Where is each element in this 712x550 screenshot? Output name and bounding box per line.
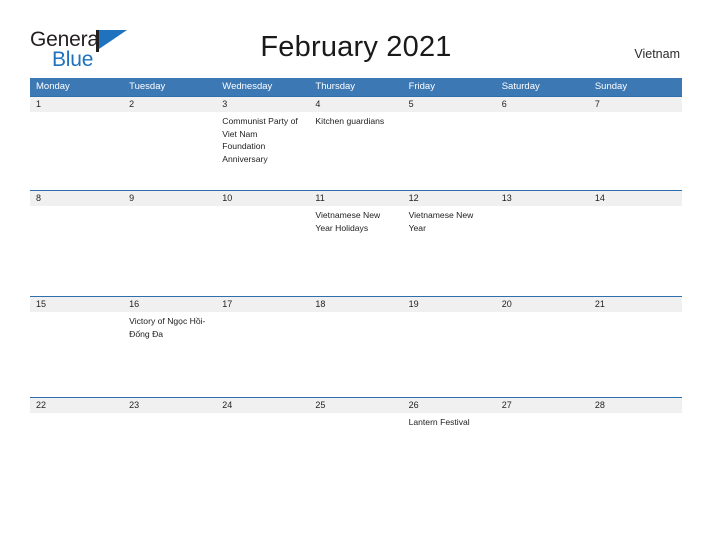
page-masthead: General Blue February 2021 Vietnam <box>0 0 712 78</box>
event-label: Lantern Festival <box>408 417 470 427</box>
day-events: Kitchen guardians <box>309 112 402 190</box>
day-number[interactable]: 13 <box>496 191 589 206</box>
day-events <box>589 312 682 397</box>
day-events <box>403 312 496 397</box>
day-number[interactable]: 20 <box>496 297 589 312</box>
weekday-header-wednesday: Wednesday <box>222 81 273 92</box>
day-events: Vietnamese New Year Holidays <box>309 206 402 296</box>
event-label: Victory of Ngọc Hồi-Đống Đa <box>129 316 206 339</box>
weekday-header-row: Monday Tuesday Wednesday Thursday Friday… <box>30 78 682 96</box>
week-row: 1 2 3 4 5 6 7 Communist Party of Viet Na… <box>30 96 682 190</box>
day-events <box>30 312 123 397</box>
weekday-header-friday: Friday <box>408 81 435 92</box>
day-number[interactable]: 2 <box>123 97 216 112</box>
day-events <box>309 312 402 397</box>
weekday-header-thursday: Thursday <box>315 81 356 92</box>
day-events <box>30 413 123 491</box>
day-number[interactable]: 15 <box>30 297 123 312</box>
weekday-header-tuesday: Tuesday <box>129 81 166 92</box>
day-events <box>30 206 123 296</box>
event-label: Communist Party of Viet Nam Foundation A… <box>222 116 298 165</box>
day-number[interactable]: 1 <box>30 97 123 112</box>
day-events <box>30 112 123 190</box>
day-events <box>589 413 682 491</box>
weekday-header-sunday: Sunday <box>594 81 628 92</box>
day-number[interactable]: 11 <box>309 191 402 206</box>
day-events <box>216 206 309 296</box>
day-number[interactable]: 5 <box>403 97 496 112</box>
day-events: Communist Party of Viet Nam Foundation A… <box>216 112 309 190</box>
country-label: Vietnam <box>634 47 680 61</box>
day-number[interactable]: 17 <box>216 297 309 312</box>
day-events <box>589 206 682 296</box>
day-events <box>496 206 589 296</box>
day-number[interactable]: 10 <box>216 191 309 206</box>
day-events <box>496 112 589 190</box>
day-number[interactable]: 26 <box>403 398 496 413</box>
weekday-header-monday: Monday <box>36 81 70 92</box>
weekday-header-saturday: Saturday <box>501 81 540 92</box>
day-events: Lantern Festival <box>403 413 496 491</box>
day-number[interactable]: 18 <box>309 297 402 312</box>
day-events <box>496 312 589 397</box>
week-row: 8 9 10 11 12 13 14 Vietnamese New Year H… <box>30 190 682 296</box>
week-event-strip: Lantern Festival <box>30 413 682 491</box>
day-number[interactable]: 8 <box>30 191 123 206</box>
week-row: 15 16 17 18 19 20 21 Victory of Ngọc Hồi… <box>30 296 682 397</box>
week-row: 22 23 24 25 26 27 28 Lantern Festival <box>30 397 682 491</box>
day-number[interactable]: 4 <box>309 97 402 112</box>
event-label: Vietnamese New Year <box>408 210 474 233</box>
day-number[interactable]: 24 <box>216 398 309 413</box>
day-events <box>123 413 216 491</box>
week-event-strip: Vietnamese New Year Holidays Vietnamese … <box>30 206 682 296</box>
day-number[interactable]: 25 <box>309 398 402 413</box>
week-event-strip: Victory of Ngọc Hồi-Đống Đa <box>30 312 682 397</box>
day-events <box>403 112 496 190</box>
week-event-strip: Communist Party of Viet Nam Foundation A… <box>30 112 682 190</box>
day-number[interactable]: 6 <box>496 97 589 112</box>
day-events <box>123 112 216 190</box>
day-events: Victory of Ngọc Hồi-Đống Đa <box>123 312 216 397</box>
week-date-strip: 8 9 10 11 12 13 14 <box>30 191 682 206</box>
day-number[interactable]: 7 <box>589 97 682 112</box>
day-number[interactable]: 19 <box>403 297 496 312</box>
day-number[interactable]: 22 <box>30 398 123 413</box>
week-date-strip: 15 16 17 18 19 20 21 <box>30 297 682 312</box>
day-number[interactable]: 12 <box>403 191 496 206</box>
day-number[interactable]: 16 <box>123 297 216 312</box>
day-number[interactable]: 27 <box>496 398 589 413</box>
day-events <box>123 206 216 296</box>
day-number[interactable]: 23 <box>123 398 216 413</box>
day-events <box>496 413 589 491</box>
day-events <box>216 312 309 397</box>
day-events: Vietnamese New Year <box>403 206 496 296</box>
week-date-strip: 1 2 3 4 5 6 7 <box>30 97 682 112</box>
day-number[interactable]: 3 <box>216 97 309 112</box>
day-number[interactable]: 9 <box>123 191 216 206</box>
event-label: Vietnamese New Year Holidays <box>315 210 381 233</box>
calendar-page: General Blue February 2021 Vietnam Monda… <box>0 0 712 550</box>
day-events <box>589 112 682 190</box>
day-events <box>216 413 309 491</box>
calendar-grid: Monday Tuesday Wednesday Thursday Friday… <box>30 78 682 491</box>
page-title: February 2021 <box>260 31 452 63</box>
day-number[interactable]: 14 <box>589 191 682 206</box>
day-number[interactable]: 28 <box>589 398 682 413</box>
event-label: Kitchen guardians <box>315 116 385 126</box>
day-events <box>309 413 402 491</box>
day-number[interactable]: 21 <box>589 297 682 312</box>
week-date-strip: 22 23 24 25 26 27 28 <box>30 398 682 413</box>
